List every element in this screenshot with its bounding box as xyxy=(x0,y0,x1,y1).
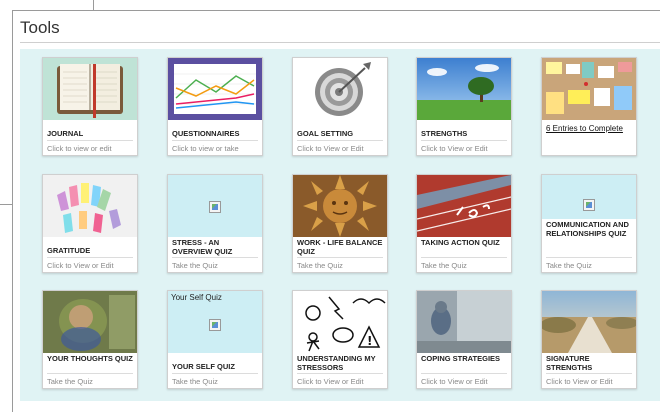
tool-tile-stress-overview[interactable]: STRESS - AN OVERVIEW QUIZ Take the Quiz xyxy=(167,174,263,273)
target-arrow-image xyxy=(293,58,387,120)
tile-label: JOURNAL xyxy=(47,129,84,138)
sticky-tags-image xyxy=(43,175,137,237)
tile-divider xyxy=(172,140,258,141)
tile-label: COPING STRATEGIES xyxy=(421,354,501,363)
tile-divider xyxy=(47,373,133,374)
window-figure-image xyxy=(417,291,511,353)
tile-action-link[interactable]: Click to view or take xyxy=(172,144,239,153)
frame-left-tick xyxy=(0,204,12,205)
tile-divider xyxy=(297,373,383,374)
tool-tile-strengths[interactable]: STRENGTHS Click to View or Edit xyxy=(416,57,512,156)
tile-label: GOAL SETTING xyxy=(297,129,354,138)
tool-tile-goal-setting[interactable]: GOAL SETTING Click to View or Edit xyxy=(292,57,388,156)
tool-tile-communication[interactable]: COMMUNICATION AND RELATIONSHIPS QUIZ Tak… xyxy=(541,174,637,273)
tile-action-link[interactable]: Click to View or Edit xyxy=(297,377,364,386)
tool-tile-gratitude[interactable]: GRATITUDE Click to View or Edit xyxy=(42,174,138,273)
tool-tile-understanding-stressors[interactable]: ! UNDERSTANDING MY STRESSORS Click to Vi… xyxy=(292,290,388,389)
journal-book-image xyxy=(43,58,137,120)
tile-label: SIGNATURE STRENGTHS xyxy=(546,354,593,372)
tool-tile-taking-action[interactable]: TAKING ACTION QUIZ Take the Quiz xyxy=(416,174,512,273)
tile-action-link[interactable]: Click to view or edit xyxy=(47,144,112,153)
tile-divider xyxy=(47,140,133,141)
broken-image xyxy=(542,175,636,219)
tile-action-link[interactable]: Take the Quiz xyxy=(172,261,218,270)
tile-action-link[interactable]: Click to View or Edit xyxy=(421,377,488,386)
tile-divider xyxy=(421,140,507,141)
road-path-image xyxy=(542,291,636,353)
tile-label: QUESTIONNAIRES xyxy=(172,129,240,138)
tile-divider xyxy=(297,257,383,258)
tile-label: GRATITUDE xyxy=(47,246,91,255)
thumb-caption: Your Self Quiz xyxy=(171,293,222,302)
tool-tile-journal[interactable]: JOURNAL Click to view or edit xyxy=(42,57,138,156)
tile-action-link[interactable]: Click to View or Edit xyxy=(297,144,364,153)
svg-text:!: ! xyxy=(367,334,372,348)
tile-action-link[interactable]: Take the Quiz xyxy=(421,261,467,270)
running-track-image xyxy=(417,175,511,237)
tile-divider xyxy=(172,257,258,258)
tile-divider xyxy=(421,257,507,258)
tile-label: YOUR THOUGHTS QUIZ xyxy=(47,354,133,363)
broken-image: Your Self Quiz xyxy=(168,291,262,353)
tile-action-link[interactable]: Click to View or Edit xyxy=(47,261,114,270)
sun-face-image xyxy=(293,175,387,237)
tile-label: STRESS - AN OVERVIEW QUIZ xyxy=(172,238,233,256)
line-chart-image xyxy=(168,58,262,120)
frame-top-tick xyxy=(93,0,94,10)
tile-label: UNDERSTANDING MY STRESSORS xyxy=(297,354,376,372)
tile-action-link[interactable]: Click to View or Edit xyxy=(421,144,488,153)
tool-tile-questionnaires[interactable]: QUESTIONNAIRES Click to view or take xyxy=(167,57,263,156)
panel-title: Tools xyxy=(20,18,60,37)
tool-tile-signature-strengths[interactable]: SIGNATURE STRENGTHS Click to View or Edi… xyxy=(541,290,637,389)
tile-divider xyxy=(546,257,632,258)
stressors-icons-image: ! xyxy=(293,291,387,353)
tile-action-link[interactable]: Click to View or Edit xyxy=(546,377,613,386)
broken-image-icon xyxy=(209,201,221,213)
tool-tile-work-life-balance[interactable]: WORK - LIFE BALANCE QUIZ Take the Quiz xyxy=(292,174,388,273)
frame-top-border xyxy=(12,10,660,11)
tile-label: WORK - LIFE BALANCE QUIZ xyxy=(297,238,383,256)
tool-tile-coping-strategies[interactable]: COPING STRATEGIES Click to View or Edit xyxy=(416,290,512,389)
entries-to-complete-link[interactable]: 6 Entries to Complete xyxy=(546,124,623,133)
tile-divider xyxy=(421,373,507,374)
tile-action-link[interactable]: Take the Quiz xyxy=(172,377,218,386)
tool-tile-corkboard[interactable]: 6 Entries to Complete xyxy=(541,57,637,156)
tile-divider xyxy=(172,373,258,374)
tile-label: COMMUNICATION AND RELATIONSHIPS QUIZ xyxy=(546,220,629,238)
tool-tile-your-self[interactable]: Your Self Quiz YOUR SELF QUIZ Take the Q… xyxy=(167,290,263,389)
tile-divider xyxy=(47,257,133,258)
tile-divider xyxy=(297,140,383,141)
blurred-person-image xyxy=(43,291,137,353)
corkboard-image xyxy=(542,58,636,120)
tile-action-link[interactable]: Take the Quiz xyxy=(297,261,343,270)
tree-field-image xyxy=(417,58,511,120)
broken-image xyxy=(168,175,262,237)
tile-label: STRENGTHS xyxy=(421,129,468,138)
broken-image-icon xyxy=(209,319,221,331)
tile-label: TAKING ACTION QUIZ xyxy=(421,238,500,247)
tile-label: YOUR SELF QUIZ xyxy=(172,362,235,371)
title-divider xyxy=(20,42,660,43)
tile-action-link[interactable]: Take the Quiz xyxy=(546,261,592,270)
tile-action-link[interactable]: Take the Quiz xyxy=(47,377,93,386)
frame-left-border xyxy=(12,10,13,412)
broken-image-icon xyxy=(583,199,595,211)
tool-tile-your-thoughts[interactable]: YOUR THOUGHTS QUIZ Take the Quiz xyxy=(42,290,138,389)
tile-divider xyxy=(546,373,632,374)
